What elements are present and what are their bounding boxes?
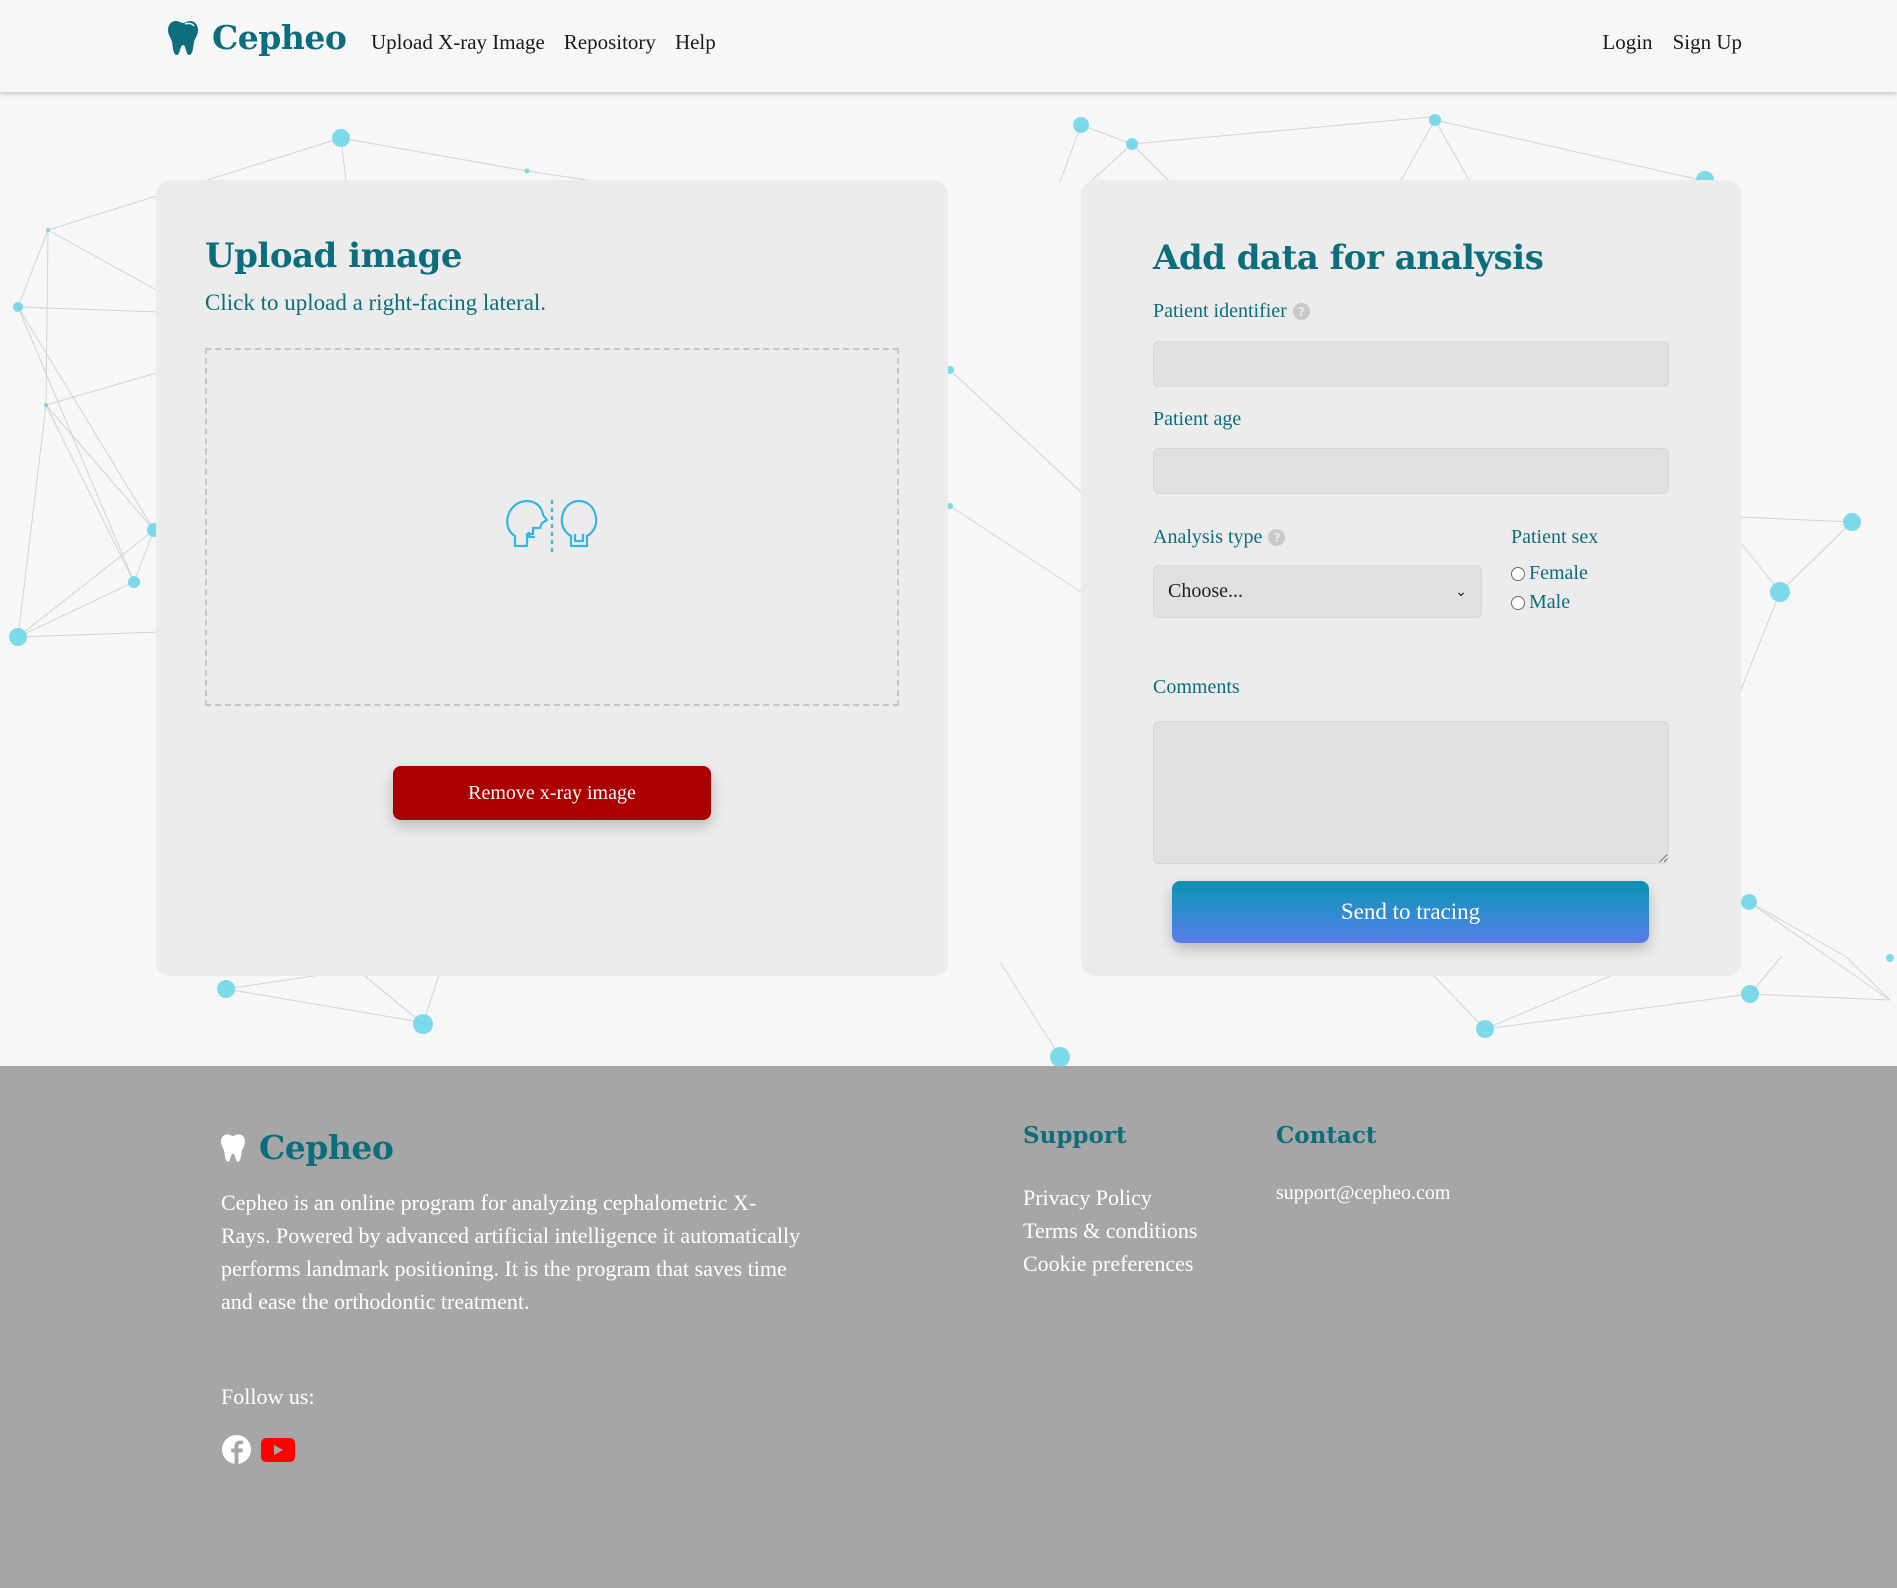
facebook-icon[interactable] [221,1434,252,1465]
sex-option-male[interactable]: Male [1511,591,1570,614]
upload-title: Upload image [205,236,463,276]
patient-identifier-label-text: Patient identifier [1153,300,1287,322]
comments-textarea[interactable] [1153,721,1669,864]
contact-heading: Contact [1276,1122,1377,1149]
support-heading: Support [1023,1122,1127,1149]
question-circle-icon[interactable]: ? [1292,303,1310,320]
analysis-type-selected: Choose... [1168,580,1243,602]
patient-sex-label: Patient sex [1511,526,1599,548]
male-label: Male [1529,591,1571,613]
chevron-down-icon: ⌄ [1455,583,1467,600]
youtube-icon[interactable] [261,1437,295,1462]
xray-dropzone[interactable] [205,348,899,706]
analysis-type-select[interactable]: Choose... ⌄ [1153,565,1482,618]
follow-us-label: Follow us: [221,1384,315,1409]
analysis-type-label-text: Analysis type [1153,526,1263,548]
upload-subtitle: Click to upload a right-facing lateral. [205,290,547,315]
brand-logo-link[interactable]: Cepheo [168,18,347,57]
remove-xray-button[interactable]: Remove x-ray image [393,766,711,820]
patient-age-label: Patient age [1153,408,1242,430]
top-navbar: Cepheo Upload X-ray Image Repository Hel… [0,0,1897,92]
question-circle-icon[interactable]: ? [1268,529,1286,546]
analysis-title: Add data for analysis [1153,238,1544,278]
footer-description: Cepheo is an online program for analyzin… [221,1190,801,1314]
cookie-preferences-link[interactable]: Cookie preferences [1023,1250,1197,1277]
signup-link[interactable]: Sign Up [1673,30,1742,55]
terms-conditions-link[interactable]: Terms & conditions [1023,1217,1197,1244]
main-nav: Upload X-ray Image Repository Help [371,30,716,55]
female-label: Female [1529,562,1588,584]
social-links [221,1434,295,1465]
comments-label: Comments [1153,676,1240,698]
brand-name: Cepheo [212,18,347,57]
support-links: Privacy Policy Terms & conditions Cookie… [1023,1184,1197,1277]
support-email-link[interactable]: support@cepheo.com [1276,1182,1450,1205]
send-to-tracing-button[interactable]: Send to tracing [1172,881,1649,943]
patient-identifier-label: Patient identifier ? [1153,300,1310,323]
privacy-policy-link[interactable]: Privacy Policy [1023,1184,1197,1211]
patient-identifier-input[interactable] [1153,341,1669,387]
female-radio[interactable] [1511,566,1525,581]
nav-upload-xray[interactable]: Upload X-ray Image [371,30,545,55]
nav-repository[interactable]: Repository [564,30,656,55]
login-link[interactable]: Login [1602,30,1652,55]
analysis-type-label: Analysis type ? [1153,526,1286,549]
auth-links: Login Sign Up [1602,30,1742,55]
tooth-icon [221,1133,245,1162]
footer-brand: Cepheo [221,1128,394,1167]
cephalometric-heads-icon [506,499,598,554]
sex-option-female[interactable]: Female [1511,562,1588,585]
male-radio[interactable] [1511,595,1525,610]
footer-brand-name: Cepheo [259,1128,394,1167]
analysis-data-card: Add data for analysis Patient identifier… [1081,180,1741,976]
footer: Cepheo Cepheo is an online program for a… [0,1066,1897,1588]
nav-help[interactable]: Help [675,30,716,55]
upload-image-card: Upload image Click to upload a right-fac… [156,180,948,976]
patient-age-input[interactable] [1153,448,1669,494]
tooth-icon [168,20,198,55]
